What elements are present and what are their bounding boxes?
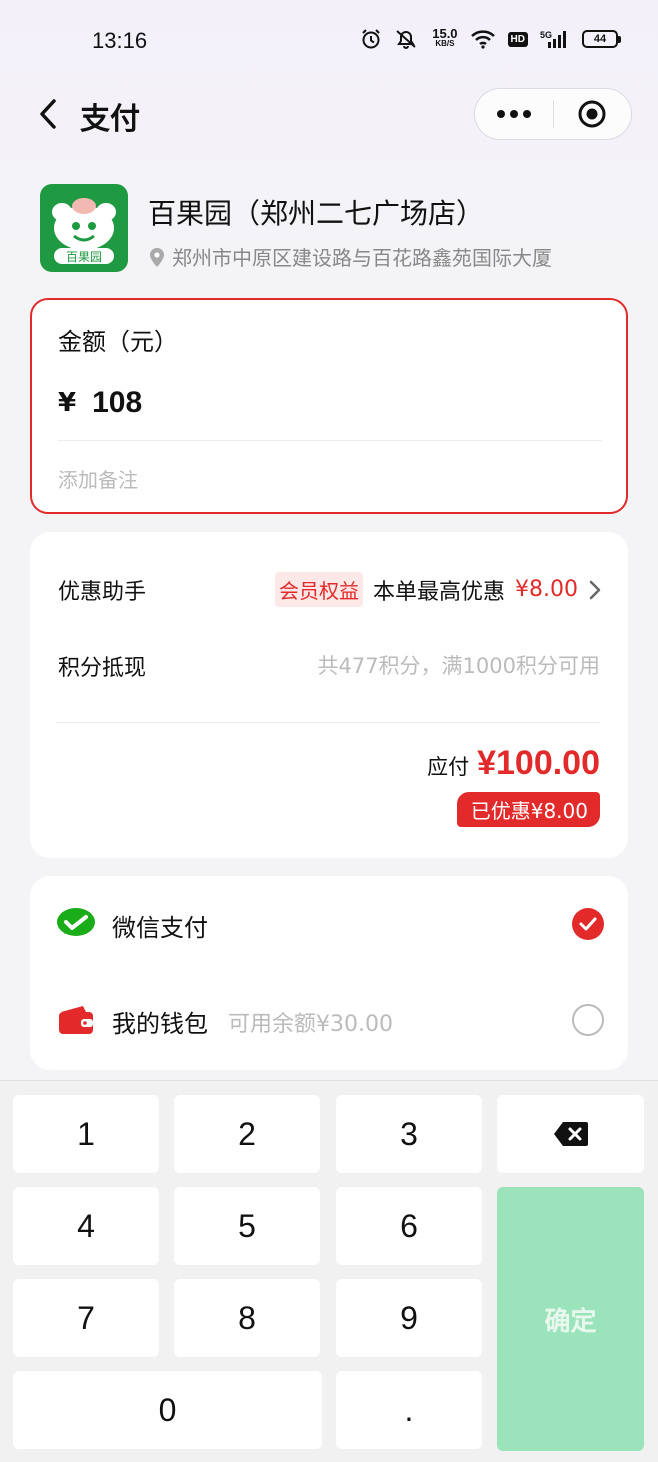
status-bar: 13:16 15.0 KB/S HD 5G 44 (0, 0, 658, 84)
page-title: 支付 (80, 102, 140, 137)
amount-value: 108 (92, 386, 143, 419)
saved-badge: 已优惠¥8.00 (456, 792, 600, 827)
payable-value: ¥100.00 (477, 744, 600, 782)
network-speed: 15.0 KB/S (432, 26, 458, 49)
wallet-option[interactable]: 我的钱包 可用余额¥30.00 (30, 990, 628, 1050)
network-type-text: 5G (540, 30, 552, 40)
amount-label: 金额（元） (58, 328, 178, 356)
battery-icon: 44 (582, 30, 621, 48)
status-icons: 15.0 KB/S HD 5G 44 (360, 26, 621, 50)
key-dot[interactable]: . (336, 1371, 482, 1449)
key-9[interactable]: 9 (336, 1279, 482, 1357)
wallet-icon (56, 1002, 96, 1038)
key-0[interactable]: 0 (13, 1371, 322, 1449)
points-row: 积分抵现 共477积分，满1000积分可用 (30, 644, 628, 688)
chevron-left-icon (40, 99, 56, 129)
promo-label: 优惠助手 (58, 580, 147, 605)
check-icon (579, 917, 597, 931)
wechat-pay-option[interactable]: 微信支付 (30, 894, 628, 954)
discount-divider (56, 722, 600, 723)
alarm-icon (360, 28, 382, 50)
more-button[interactable] (475, 89, 553, 139)
promo-assistant-row[interactable]: 优惠助手 会员权益 本单最高优惠 ¥8.00 (30, 568, 628, 612)
member-benefit-badge: 会员权益 (275, 572, 363, 607)
battery-level: 44 (593, 33, 607, 45)
wifi-icon (470, 29, 496, 49)
signal-icon: 5G (540, 29, 570, 49)
mini-program-capsule (474, 88, 632, 140)
key-2[interactable]: 2 (174, 1095, 320, 1173)
merchant-address: 郑州市中原区建设路与百花路鑫苑国际大厦 (172, 246, 552, 270)
more-dots-icon (496, 110, 531, 118)
amount-divider (58, 440, 602, 441)
merchant-logo: 百果园 (40, 184, 128, 272)
net-speed-unit: KB/S (435, 39, 455, 48)
chevron-right-icon (589, 580, 601, 599)
merchant-address-row: 郑州市中原区建设路与百花路鑫苑国际大厦 (148, 242, 552, 271)
payable-row: 应付 ¥100.00 (427, 744, 600, 783)
promo-amount: ¥8.00 (515, 577, 578, 602)
points-label: 积分抵现 (58, 656, 147, 681)
wallet-balance: 可用余额¥30.00 (228, 1012, 393, 1037)
wallet-radio[interactable] (572, 1004, 604, 1036)
key-1[interactable]: 1 (13, 1095, 159, 1173)
close-mini-program-button[interactable] (554, 89, 632, 139)
backspace-key[interactable] (497, 1095, 644, 1173)
payment-method-card: 微信支付 我的钱包 可用余额¥30.00 (30, 876, 628, 1070)
points-text: 共477积分，满1000积分可用 (317, 654, 600, 678)
status-time: 13:16 (92, 28, 148, 53)
numeric-keypad: 1 2 3 4 5 6 7 8 9 0 . 确定 (0, 1080, 658, 1462)
promo-text: 本单最高优惠 (373, 579, 506, 605)
wallet-label: 我的钱包 (112, 1010, 208, 1038)
payable-label: 应付 (427, 755, 470, 779)
amount-input[interactable]: ¥ 108 (58, 386, 142, 420)
promo-detail: 会员权益 本单最高优惠 ¥8.00 (275, 572, 602, 607)
wechat-pay-label: 微信支付 (112, 914, 208, 942)
hd-badge: HD (507, 31, 528, 47)
confirm-button[interactable]: 确定 (497, 1187, 644, 1451)
key-3[interactable]: 3 (336, 1095, 482, 1173)
mute-icon (394, 28, 420, 50)
logo-text: 百果园 (66, 250, 102, 264)
back-button[interactable] (28, 92, 68, 136)
location-pin-icon (150, 247, 164, 267)
discount-card: 优惠助手 会员权益 本单最高优惠 ¥8.00 积分抵现 共477积分，满1000… (30, 532, 628, 858)
wechat-pay-icon (56, 906, 96, 942)
merchant-name: 百果园（郑州二七广场店） (148, 197, 485, 230)
key-8[interactable]: 8 (174, 1279, 320, 1357)
currency-symbol: ¥ (58, 388, 77, 418)
key-7[interactable]: 7 (13, 1279, 159, 1357)
wechat-pay-radio[interactable] (572, 908, 604, 940)
nav-bar: 支付 (0, 84, 658, 144)
key-4[interactable]: 4 (13, 1187, 159, 1265)
net-speed-value: 15.0 (432, 26, 458, 41)
key-6[interactable]: 6 (336, 1187, 482, 1265)
remark-input[interactable]: 添加备注 (58, 464, 138, 493)
target-circle-icon (578, 100, 606, 128)
key-5[interactable]: 5 (174, 1187, 320, 1265)
backspace-icon (553, 1122, 588, 1146)
merchant-info: 百果园 百果园（郑州二七广场店） 郑州市中原区建设路与百花路鑫苑国际大厦 (40, 184, 630, 274)
amount-card: 金额（元） ¥ 108 添加备注 (30, 298, 628, 514)
